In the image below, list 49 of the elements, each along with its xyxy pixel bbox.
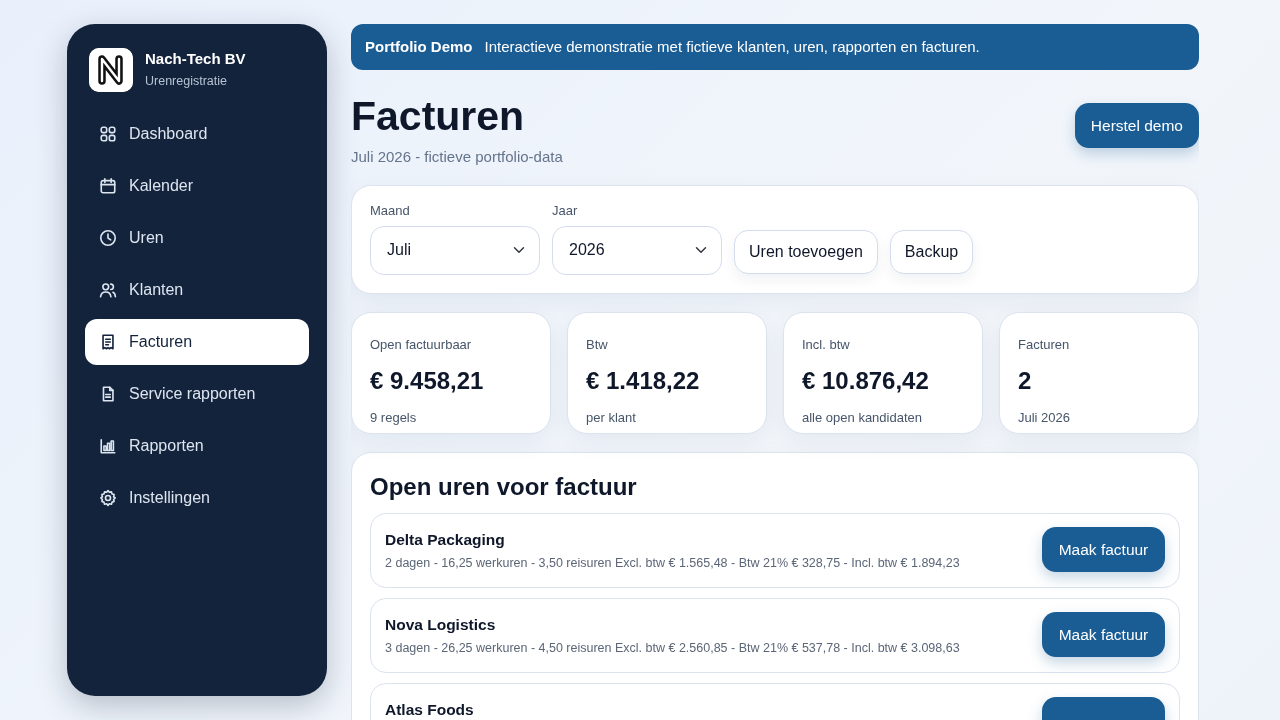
stat-note: 9 regels — [370, 409, 418, 428]
page-title: Facturen — [351, 94, 526, 140]
year-select[interactable]: 2026 — [552, 225, 722, 275]
client-name: Nova Logistics — [385, 616, 497, 635]
sidebar-item[interactable]: Klanten — [85, 267, 309, 313]
sidebar-item[interactable]: Instellingen — [85, 475, 309, 521]
stat-label: Open factuurbaar — [370, 335, 473, 354]
banner-title: Portfolio Demo — [365, 36, 473, 57]
client-name: Delta Packaging — [385, 531, 506, 550]
logo-icon — [89, 48, 133, 92]
add-hours-button[interactable]: Uren toevoegen — [734, 229, 878, 274]
stat-label: Incl. btw — [802, 335, 851, 354]
sidebar-item[interactable]: Uren — [85, 215, 309, 261]
month-select[interactable]: Juli — [370, 225, 540, 275]
client-details: 3 dagen - 26,25 werkuren - 4,50 reisuren Excl. btw € 2.560,85 - Btw 21% € 537,78 - Incl. btw € 3.098,63 — [385, 640, 960, 657]
field-label: Jaar — [552, 202, 579, 221]
sidebar-item[interactable]: Dashboard — [85, 111, 309, 157]
client-details: 2 dagen - 16,25 werkuren - 3,50 reisuren Excl. btw € 1.565,48 - Btw 21% € 328,75 - Incl. btw € 1.894,23 — [385, 555, 960, 572]
clock-icon — [99, 229, 117, 247]
stat-note: per klant — [586, 409, 637, 428]
stat-note: Juli 2026 — [1018, 409, 1072, 428]
banner-text: Interactieve demonstratie met fictieve klanten, uren, rapporten en facturen. — [484, 36, 980, 57]
sidebar-item[interactable]: Facturen — [85, 319, 309, 365]
stat-value: € 10.876,42 — [802, 366, 930, 397]
create-invoice-button[interactable]: Maak factuur — [1042, 527, 1165, 573]
calendar-icon — [99, 177, 117, 195]
stat-note: alle open kandidaten — [802, 409, 923, 428]
grid-icon — [99, 125, 117, 143]
receipt-icon — [99, 333, 117, 351]
create-invoice-button[interactable]: Maak factuur — [1042, 612, 1165, 658]
client-name: Atlas Foods — [385, 701, 474, 720]
stat-value: € 9.458,21 — [370, 366, 485, 397]
sidebar-item[interactable]: Kalender — [85, 163, 309, 209]
brand-name: Nach-Tech BV — [145, 49, 246, 68]
field-label: Maand — [370, 202, 411, 221]
bar-chart-icon — [99, 437, 117, 455]
stat-value: 2 — [1018, 366, 1033, 397]
stat-label: Facturen — [1018, 335, 1071, 354]
sidebar-item[interactable]: Rapporten — [85, 423, 309, 469]
page-subtitle: Juli 2026 - fictieve portfolio-data — [351, 147, 563, 168]
users-icon — [99, 281, 117, 299]
backup-button[interactable]: Backup — [889, 229, 974, 274]
reset-demo-button[interactable]: Herstel demo — [1074, 103, 1199, 148]
section-title: Open uren voor factuur — [370, 472, 638, 502]
stat-label: Btw — [586, 335, 609, 354]
stat-value: € 1.418,22 — [586, 366, 701, 397]
brand-subtitle: Urenregistratie — [145, 72, 228, 90]
settings-icon — [99, 489, 117, 507]
sidebar-item[interactable]: Service rapporten — [85, 371, 309, 417]
